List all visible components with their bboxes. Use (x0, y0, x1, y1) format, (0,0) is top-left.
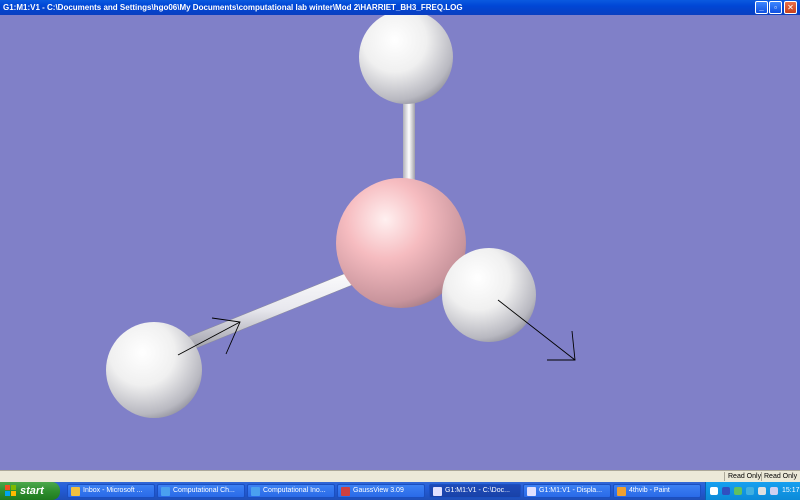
taskbar-item-inbox[interactable]: Inbox - Microsoft ... (67, 484, 155, 498)
atom-h-front[interactable] (442, 248, 536, 342)
restore-button[interactable]: ▫ (769, 1, 782, 14)
window-title: G1:M1:V1 - C:\Documents and Settings\hgo… (3, 3, 463, 12)
close-button[interactable]: ✕ (784, 1, 797, 14)
status-bar: Read Only Read Only (0, 470, 800, 482)
outlook-icon (71, 487, 80, 496)
gaussview-doc-icon (433, 487, 442, 496)
volume-icon[interactable] (758, 487, 766, 495)
taskbar-item-paint[interactable]: 4thvib - Paint (613, 484, 701, 498)
taskbar-item-g1-m1-v1-doc[interactable]: G1:M1:V1 - C:\Doc... (429, 484, 521, 498)
taskbar: start Inbox - Microsoft ... Computationa… (0, 482, 800, 500)
status-separator (724, 472, 725, 481)
tray-app-icon[interactable] (710, 487, 718, 495)
tray-app-icon[interactable] (770, 487, 778, 495)
atom-h-left[interactable] (106, 322, 202, 418)
molecule-render[interactable] (0, 15, 800, 470)
taskbar-item-computational-ch[interactable]: Computational Ch... (157, 484, 245, 498)
clock[interactable]: 15:17 (782, 482, 800, 500)
start-button[interactable]: start (0, 482, 60, 500)
ie-icon (251, 487, 260, 496)
molecule-viewport[interactable] (0, 15, 800, 470)
window-title-bar[interactable]: G1:M1:V1 - C:\Documents and Settings\hgo… (0, 0, 800, 15)
taskbar-item-g1-m1-v1-display[interactable]: G1:M1:V1 - Displa... (523, 484, 611, 498)
gaussview-icon (341, 487, 350, 496)
start-label: start (20, 485, 44, 497)
security-icon[interactable] (734, 487, 742, 495)
minimize-button[interactable]: _ (755, 1, 768, 14)
status-separator (761, 472, 762, 481)
network-icon[interactable] (746, 487, 754, 495)
paint-icon (617, 487, 626, 496)
read-only-indicator-1: Read Only (728, 473, 762, 480)
taskbar-item-computational-ino[interactable]: Computational Ino... (247, 484, 335, 498)
read-only-indicator-2: Read Only (764, 473, 798, 480)
taskbar-item-gaussview[interactable]: GaussView 3.09 (337, 484, 425, 498)
gaussview-doc-icon (527, 487, 536, 496)
network-icon[interactable] (722, 487, 730, 495)
atom-h-top[interactable] (359, 15, 453, 104)
ie-icon (161, 487, 170, 496)
system-tray: 15:17 (705, 482, 800, 500)
windows-flag-icon (5, 485, 16, 496)
